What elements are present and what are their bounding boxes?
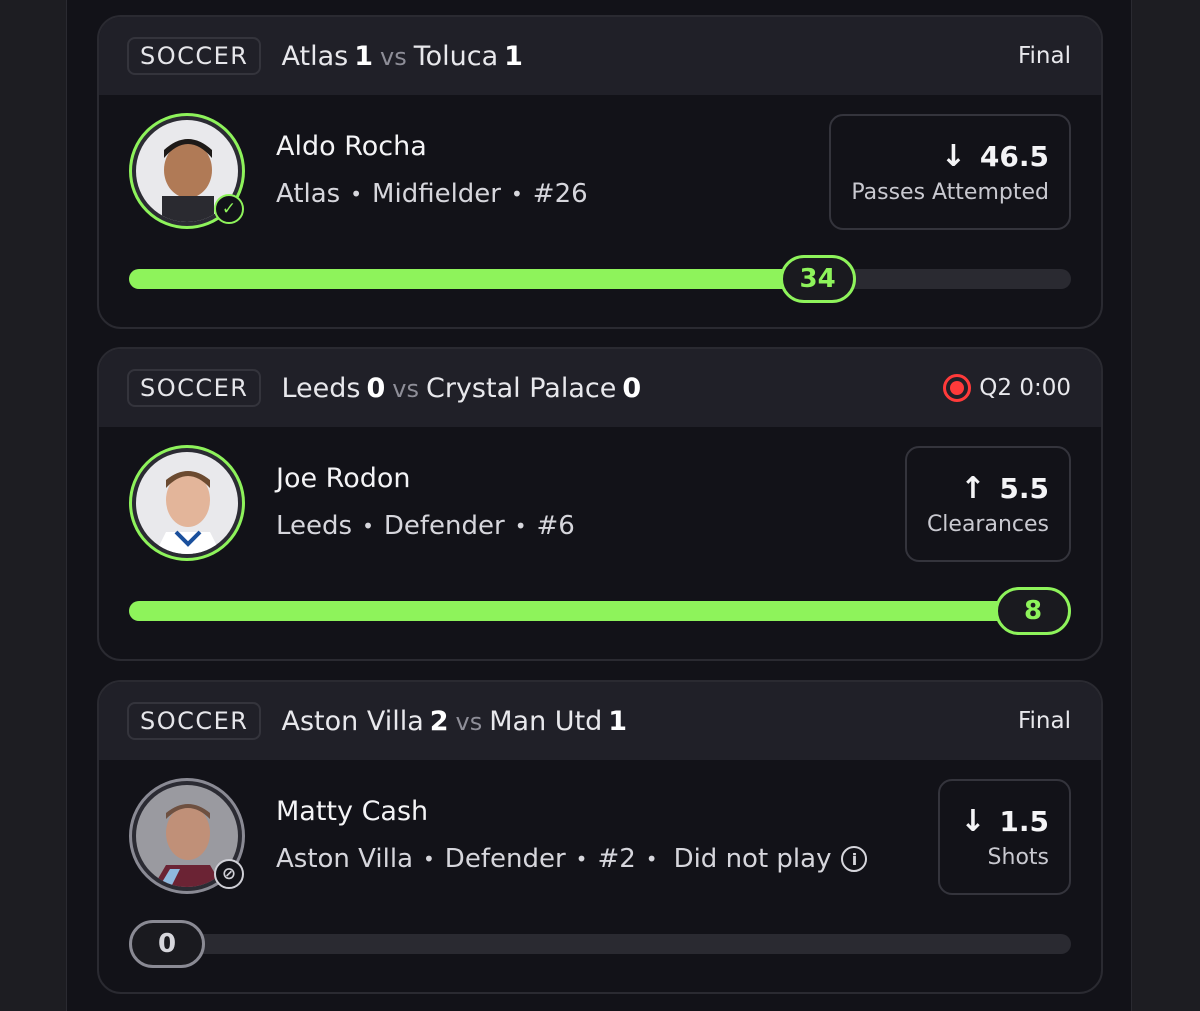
home-score: 2 [429,705,449,737]
away-score: 0 [622,372,642,404]
player-meta: Leeds • Defender • #6 [276,511,575,541]
player-team: Leeds [276,511,353,541]
card-body: ⊘ Matty Cash Aston Villa • Defender • #2… [99,760,1101,992]
sport-badge: SOCCER [127,369,262,407]
player-number: #6 [536,511,575,541]
vs-label: vs [392,374,419,403]
pick-card[interactable]: SOCCER Aston Villa 2 vs Man Utd 1 Final [97,680,1103,994]
line-value: 5.5 [999,472,1049,505]
home-team: Atlas [281,40,349,72]
sport-badge: SOCCER [127,37,262,75]
stat-line-box[interactable]: ↓ 46.5 Passes Attempted [829,114,1071,230]
player-photo [136,452,238,554]
player-position: Defender [383,511,505,541]
pick-card[interactable]: SOCCER Atlas 1 vs Toluca 1 Final ✓ Aldo … [97,15,1103,329]
game-status-text: Final [1017,708,1071,734]
did-not-play-note: Did not play [673,844,832,874]
home-team: Leeds [281,372,361,404]
away-team: Toluca [413,40,499,72]
player-number: #26 [532,179,588,209]
separator-dot: • [350,182,363,206]
arrow-down-icon: ↓ [960,804,986,839]
progress-track: 0 [129,920,1071,968]
player-name: Matty Cash [276,796,429,827]
info-icon[interactable]: i [841,846,868,872]
matchup: Atlas 1 vs Toluca 1 [281,41,522,72]
line-stat: Passes Attempted [851,180,1049,205]
pick-card[interactable]: SOCCER Leeds 0 vs Crystal Palace 0 Q2 0:… [97,347,1103,661]
line-value-row: ↓ 1.5 [960,804,1049,839]
player-name: Aldo Rocha [276,131,427,162]
progress-value: 8 [995,587,1071,635]
matchup: Aston Villa 2 vs Man Utd 1 [281,706,627,737]
card-header: SOCCER Aston Villa 2 vs Man Utd 1 Final [99,682,1101,760]
card-body: ✓ Aldo Rocha Atlas • Midfielder • #26 ↓ … [99,95,1101,327]
line-stat: Shots [987,845,1049,870]
progress-value: 34 [779,255,856,303]
vs-label: vs [455,707,483,736]
home-team: Aston Villa [281,705,424,737]
blocked-icon: ⊘ [214,859,244,889]
stat-line-box[interactable]: ↓ 1.5 Shots [938,779,1071,895]
arrow-up-icon: ↑ [960,471,986,506]
home-score: 1 [354,40,373,72]
game-status: Final [1018,43,1071,69]
progress-fill [129,269,818,289]
checkmark-icon: ✓ [214,194,244,224]
progress-track: 8 [129,587,1071,635]
separator-dot: • [362,514,374,538]
separator-dot: • [423,847,435,871]
player-meta: Aston Villa • Defender • #2 • Did not pl… [276,844,868,874]
away-score: 1 [504,40,523,72]
player-team: Aston Villa [276,844,413,874]
away-team: Man Utd [489,705,603,737]
line-stat: Clearances [926,512,1049,537]
player-avatar[interactable]: ✓ [129,113,245,229]
away-score: 1 [608,705,628,737]
card-body: Joe Rodon Leeds • Defender • #6 ↑ 5.5 Cl… [99,427,1101,659]
card-header: SOCCER Leeds 0 vs Crystal Palace 0 Q2 0:… [99,349,1101,427]
game-status: Q2 0:00 [943,374,1071,402]
live-record-icon [943,374,972,402]
player-name: Joe Rodon [276,463,411,494]
player-avatar[interactable] [129,445,245,561]
home-score: 0 [366,372,386,404]
separator-dot: • [514,514,527,538]
line-value: 46.5 [979,140,1049,173]
progress-fill [129,601,1033,621]
progress-track: 34 [129,255,1071,303]
line-value-row: ↓ 46.5 [941,139,1049,174]
progress-value: 0 [129,920,205,968]
game-status: Final [1018,708,1071,734]
player-avatar[interactable]: ⊘ [129,778,245,894]
player-position: Midfielder [372,179,501,209]
sport-badge: SOCCER [127,702,262,740]
game-status-text: Q2 0:00 [979,375,1071,401]
vs-label: vs [379,42,407,71]
player-team: Atlas [276,179,341,209]
player-position: Defender [444,844,566,874]
player-number: #2 [597,844,636,874]
card-header: SOCCER Atlas 1 vs Toluca 1 Final [99,17,1101,95]
stat-line-box[interactable]: ↑ 5.5 Clearances [904,446,1071,562]
matchup: Leeds 0 vs Crystal Palace 0 [281,373,641,404]
line-value-row: ↑ 5.5 [960,471,1049,506]
separator-dot: • [510,182,523,206]
player-meta: Atlas • Midfielder • #26 [276,179,588,209]
separator-dot: • [645,847,658,871]
game-status-text: Final [1017,43,1071,69]
arrow-down-icon: ↓ [940,139,966,174]
separator-dot: • [575,847,588,871]
line-value: 1.5 [999,805,1049,838]
away-team: Crystal Palace [426,372,617,404]
